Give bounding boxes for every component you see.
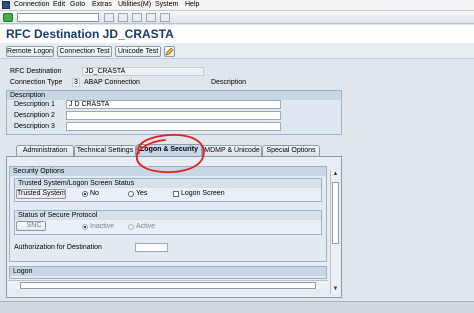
- status-bar: [0, 301, 474, 313]
- vertical-scroll-thumb[interactable]: [332, 182, 339, 244]
- tab-mdmp-unicode[interactable]: MDMP & Unicode: [202, 145, 262, 156]
- authorization-field[interactable]: [135, 243, 168, 252]
- menu-edit[interactable]: Edit: [53, 1, 65, 8]
- rfc-destination-field: JD_CRASTA: [82, 67, 204, 76]
- menu-bar: Connection Edit Goto Extras Utilities(M)…: [0, 0, 474, 11]
- scroll-up-icon[interactable]: ▲: [332, 171, 339, 178]
- trusted-system-button[interactable]: Trusted System: [16, 189, 66, 199]
- pencil-icon[interactable]: [164, 46, 175, 57]
- menu-utilities[interactable]: Utilities(M): [118, 1, 151, 8]
- menu-extras[interactable]: Extras: [92, 1, 112, 8]
- system-toolbar: [0, 11, 474, 24]
- title-bar: RFC Destination JD_CRASTA: [0, 25, 474, 43]
- connection-test-button[interactable]: Connection Test: [57, 46, 112, 57]
- trusted-yes-label: Yes: [136, 190, 148, 197]
- vertical-scrollbar[interactable]: ▲ ▼: [330, 170, 340, 294]
- secure-protocol-group: Status of Secure Protocol: [14, 210, 322, 235]
- menu-connection[interactable]: Connection: [14, 1, 49, 8]
- menu-goto[interactable]: Goto: [70, 1, 85, 8]
- annotation-circle: [135, 134, 205, 174]
- snc-inactive-radio[interactable]: [82, 224, 88, 230]
- authorization-label: Authorization for Destination: [14, 244, 102, 251]
- horizontal-scroll-thumb[interactable]: [20, 282, 316, 289]
- back-icon[interactable]: [132, 13, 142, 22]
- dropdown-icon[interactable]: [104, 13, 114, 22]
- snc-button[interactable]: SNC: [16, 221, 46, 231]
- trusted-no-label: No: [90, 190, 99, 197]
- snc-active-label: Active: [136, 223, 156, 230]
- snc-inactive-label: Inactive: [90, 223, 115, 230]
- connection-type-label: Connection Type: [10, 79, 63, 86]
- annotation-stroke: [135, 134, 205, 174]
- description-3-label: Description 3: [14, 123, 55, 130]
- connection-type-code: 3: [72, 78, 80, 87]
- tab-technical-settings[interactable]: Technical Settings: [74, 145, 136, 156]
- tab-special-options[interactable]: Special Options: [262, 145, 320, 156]
- snc-active-radio[interactable]: [128, 224, 134, 230]
- logon-screen-checkbox[interactable]: [173, 191, 179, 197]
- page-title: RFC Destination JD_CRASTA: [6, 27, 174, 41]
- connection-type-text: ABAP Connection: [84, 79, 140, 86]
- trusted-yes-radio[interactable]: [128, 191, 134, 197]
- remote-logon-button[interactable]: Remote Logon: [6, 46, 54, 57]
- menu-system[interactable]: System: [155, 1, 178, 8]
- sap-menu-icon[interactable]: [2, 1, 10, 9]
- scroll-down-icon[interactable]: ▼: [332, 286, 339, 293]
- description-header-label: Description: [211, 79, 247, 86]
- description-1-label: Description 1: [14, 101, 55, 108]
- unicode-test-button[interactable]: Unicode Test: [115, 46, 161, 57]
- horizontal-scrollbar[interactable]: [8, 280, 328, 289]
- enter-icon[interactable]: [3, 13, 13, 22]
- exit-icon[interactable]: [146, 13, 156, 22]
- rfc-destination-label: RFC Destination: [10, 68, 62, 75]
- trusted-system-group-title: Trusted System/Logon Screen Status: [15, 179, 321, 188]
- cancel-icon[interactable]: [160, 13, 170, 22]
- logon-group-title: Logon: [10, 267, 326, 276]
- save-icon[interactable]: [118, 13, 128, 22]
- logon-group: Logon: [9, 266, 327, 279]
- description-3-field[interactable]: [66, 122, 281, 131]
- secure-protocol-group-title: Status of Secure Protocol: [15, 211, 321, 220]
- snc-label: SNC: [26, 222, 42, 229]
- logon-screen-label: Logon Screen: [181, 190, 225, 197]
- menu-help[interactable]: Help: [185, 1, 199, 8]
- command-field[interactable]: [17, 13, 99, 22]
- description-2-field[interactable]: [66, 111, 281, 120]
- description-group-title: Description: [7, 91, 341, 100]
- description-2-label: Description 2: [14, 112, 55, 119]
- tab-administration[interactable]: Administration: [16, 145, 74, 156]
- description-1-field[interactable]: J D CRASTA: [66, 100, 281, 109]
- trusted-no-radio[interactable]: [82, 191, 88, 197]
- application-toolbar: Remote Logon Connection Test Unicode Tes…: [0, 43, 474, 59]
